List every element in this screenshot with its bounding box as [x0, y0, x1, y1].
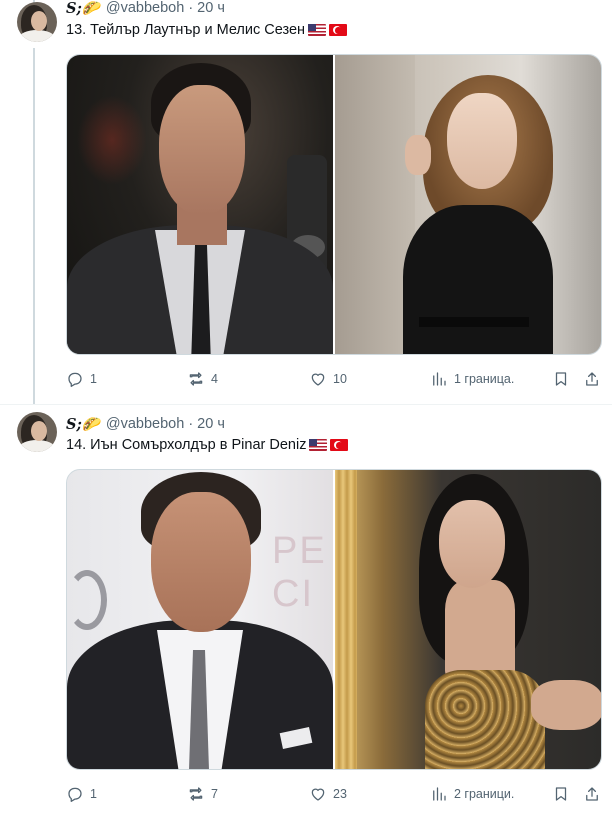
reply-icon	[68, 787, 82, 802]
reply-count: 1	[90, 372, 97, 386]
views-icon	[433, 372, 446, 386]
user-handle[interactable]: @vabbeboh	[106, 416, 184, 432]
tweet-text: 13. Тейлър Лаутнър и Мелис Сезен	[66, 22, 348, 38]
share-button[interactable]	[583, 783, 601, 805]
reply-count: 1	[90, 787, 97, 801]
photo-ian-somerhalder[interactable]: PE CI	[67, 470, 333, 769]
tr-flag-icon	[329, 24, 348, 36]
repost-button[interactable]: 4	[187, 368, 218, 390]
us-flag-icon	[309, 439, 328, 451]
tweet-text: 14. Иън Сомърхолдър в Pinar Deniz	[66, 437, 349, 453]
repost-icon	[189, 372, 203, 386]
avatar[interactable]	[17, 412, 57, 452]
timestamp[interactable]: 20 ч	[197, 416, 225, 432]
display-name[interactable]: S;🌮	[66, 0, 100, 17]
thread-line	[33, 48, 35, 404]
share-button[interactable]	[583, 368, 601, 390]
repost-button[interactable]: 7	[187, 783, 218, 805]
photo-melis-sezen[interactable]	[333, 55, 601, 354]
tweet[interactable]: S;🌮 @vabbeboh · 20 ч 13. Тейлър Лаутнър …	[0, 0, 612, 404]
reply-button[interactable]: 1	[66, 783, 97, 805]
avatar[interactable]	[17, 2, 57, 42]
cbs-logo-icon	[67, 570, 107, 630]
photo-taylor-lautner[interactable]	[67, 55, 333, 354]
tweet-header: S;🌮 @vabbeboh · 20 ч	[66, 414, 225, 434]
repost-count: 7	[211, 787, 218, 801]
repost-icon	[189, 787, 203, 801]
like-count: 10	[333, 372, 347, 386]
share-icon	[586, 372, 598, 386]
heart-icon	[311, 788, 325, 801]
reply-icon	[68, 372, 82, 387]
display-name[interactable]: S;🌮	[66, 416, 100, 433]
separator: ·	[188, 416, 194, 432]
repost-count: 4	[211, 372, 218, 386]
tweet-header: S;🌮 @vabbeboh · 20 ч	[66, 0, 225, 18]
tr-flag-icon	[330, 439, 349, 451]
like-count: 23	[333, 787, 347, 801]
tweet-text-content: 14. Иън Сомърхолдър в Pinar Deniz	[66, 437, 307, 453]
media-grid	[66, 54, 602, 355]
separator: ·	[188, 0, 194, 16]
bookmark-button[interactable]	[552, 368, 570, 390]
tweet-actions: 1 7 23 2 граници.	[66, 783, 602, 805]
bookmark-button[interactable]	[552, 783, 570, 805]
views-count: 1 граница.	[454, 372, 515, 386]
tweet[interactable]: S;🌮 @vabbeboh · 20 ч 14. Иън Сомърхолдър…	[0, 404, 612, 817]
views-icon	[433, 787, 446, 801]
tweet-actions: 1 4 10 1 граница.	[66, 368, 602, 390]
backdrop-text: PE CI	[272, 530, 327, 615]
user-handle[interactable]: @vabbeboh	[106, 0, 184, 16]
us-flag-icon	[308, 24, 327, 36]
timestamp[interactable]: 20 ч	[197, 0, 225, 16]
media-grid: PE CI	[66, 469, 602, 770]
photo-pinar-deniz[interactable]	[333, 470, 601, 769]
views-button[interactable]: 2 граници.	[430, 783, 514, 805]
views-count: 2 граници.	[454, 787, 515, 801]
like-button[interactable]: 10	[309, 368, 347, 390]
like-button[interactable]: 23	[309, 783, 347, 805]
views-button[interactable]: 1 граница.	[430, 368, 514, 390]
share-icon	[586, 787, 598, 801]
bookmark-icon	[555, 787, 567, 801]
tweet-text-content: 13. Тейлър Лаутнър и Мелис Сезен	[66, 22, 306, 38]
reply-button[interactable]: 1	[66, 368, 97, 390]
bookmark-icon	[555, 372, 567, 386]
heart-icon	[311, 373, 325, 386]
